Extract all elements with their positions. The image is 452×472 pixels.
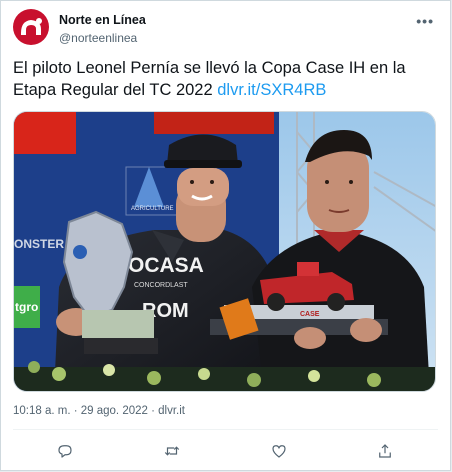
retweet-icon-glyph xyxy=(164,446,180,456)
suit-brand-2: CONCORDLAST xyxy=(134,282,188,289)
heart-icon xyxy=(272,445,286,458)
tweet-timestamp[interactable]: 10:18 a. m. · 29 ago. 2022 · dlvr.it xyxy=(13,405,185,417)
side-banner-text: ONSTER xyxy=(14,237,64,251)
tweet-body: El piloto Leonel Pernía se llevó la Copa… xyxy=(13,59,406,99)
podium-photo: AGRICULTURE ONSTER tgro OCASA CONCORDLAS… xyxy=(14,112,435,391)
tweet-photo[interactable]: AGRICULTURE ONSTER tgro OCASA CONCORDLAS… xyxy=(13,111,436,392)
avatar[interactable] xyxy=(13,9,49,45)
author-handle[interactable]: @norteenlinea xyxy=(59,31,137,45)
norte-logo-icon xyxy=(13,9,49,45)
green-brand-text: tgro xyxy=(15,300,38,314)
trophy-plate: CASE xyxy=(300,311,320,318)
reply-icon-glyph xyxy=(58,445,72,458)
divider xyxy=(13,429,438,430)
tweet-card: Norte en Línea @norteenlinea ••• El pilo… xyxy=(0,0,451,471)
author-name[interactable]: Norte en Línea xyxy=(59,13,146,27)
action-bar xyxy=(1,437,450,465)
more-options-icon[interactable]: ••• xyxy=(416,13,434,29)
share-icon[interactable] xyxy=(371,437,399,465)
like-icon[interactable] xyxy=(265,437,293,465)
reply-icon[interactable] xyxy=(51,437,79,465)
banner-word: AGRICULTURE xyxy=(131,206,174,212)
tweet-text: El piloto Leonel Pernía se llevó la Copa… xyxy=(13,57,433,101)
suit-brand-1: OCASA xyxy=(128,254,204,277)
share-icon-glyph xyxy=(379,444,391,458)
retweet-icon[interactable] xyxy=(158,437,186,465)
tweet-link[interactable]: dlvr.it/SXR4RB xyxy=(217,81,326,99)
